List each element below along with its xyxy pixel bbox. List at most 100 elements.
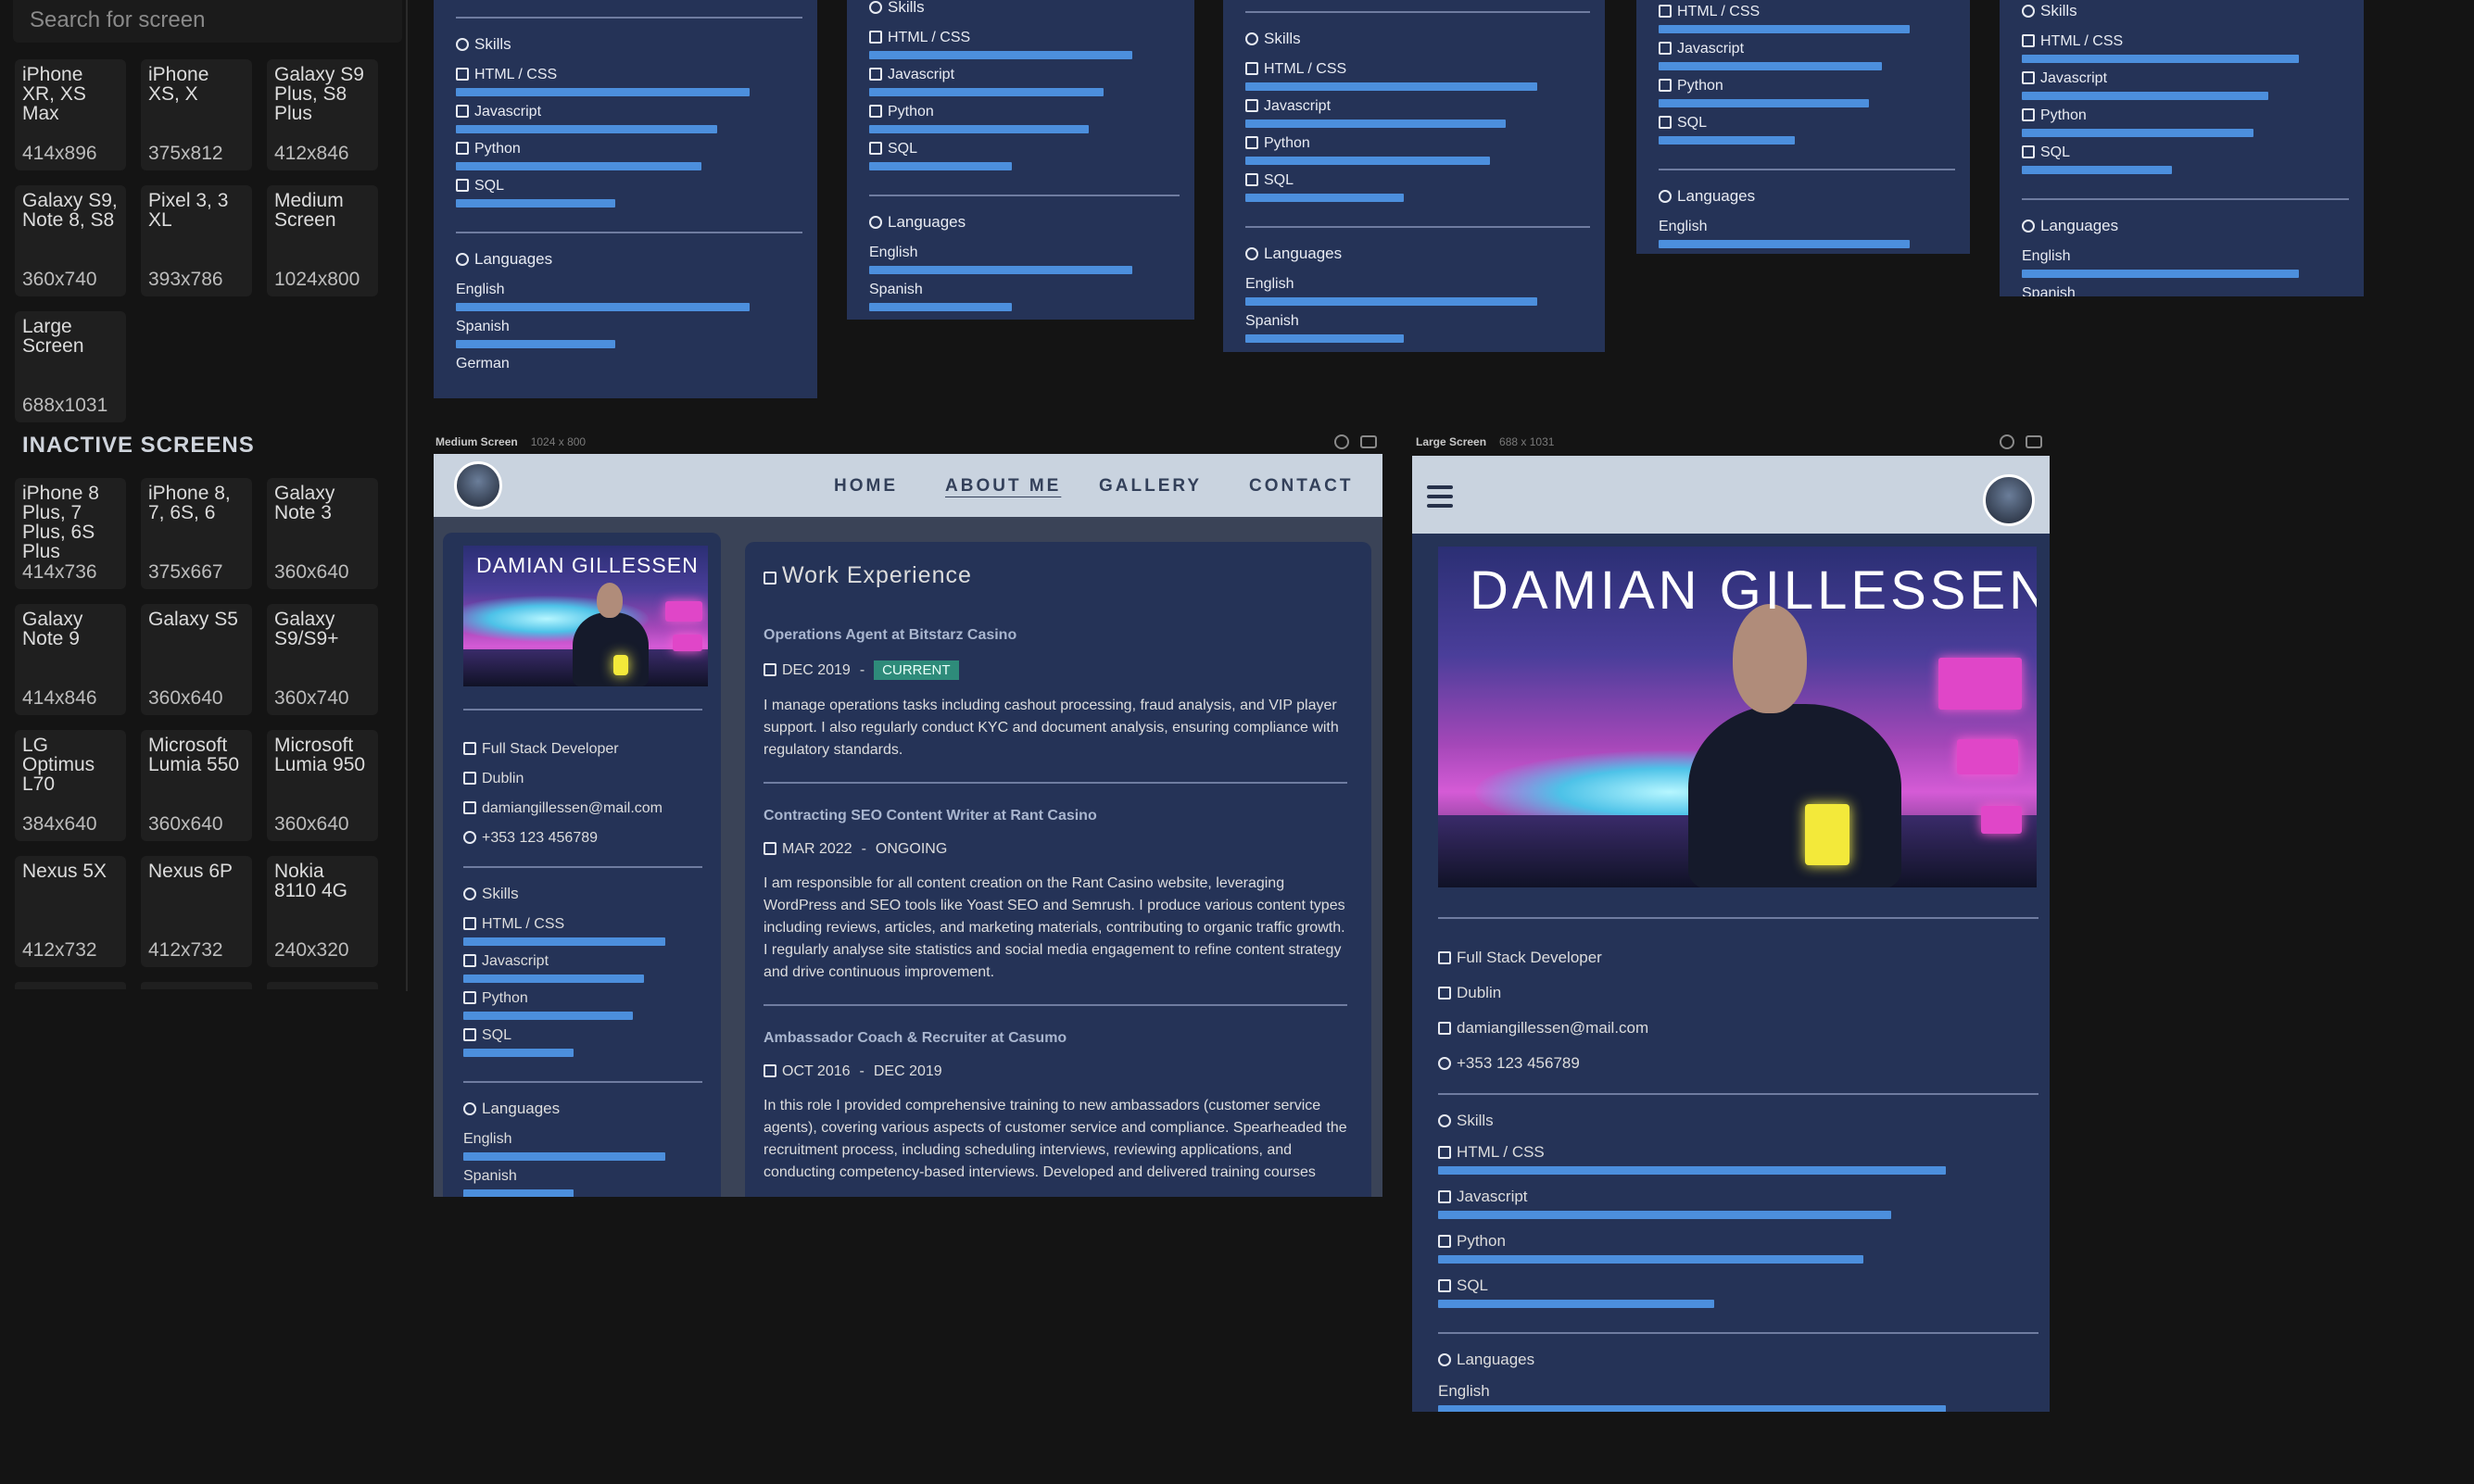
email[interactable]: damiangillessen@mail.com bbox=[463, 800, 663, 817]
settings-icon[interactable] bbox=[1334, 434, 1349, 449]
search-input[interactable]: Search for screen bbox=[13, 0, 402, 43]
phone[interactable]: +353 123 456789 bbox=[1438, 1054, 1648, 1073]
skill-javascript: Javascript bbox=[2022, 70, 2349, 100]
skill-level-bar bbox=[456, 125, 718, 133]
image-icon bbox=[869, 68, 882, 81]
preview-iphone-xr[interactable]: Skills HTML / CSS Javascript Python SQL Langu… bbox=[434, 0, 817, 398]
job-description: I am responsible for all content creatio… bbox=[764, 875, 1345, 980]
skill-html-css: HTML / CSS bbox=[1245, 61, 1590, 91]
briefcase-icon bbox=[1438, 951, 1451, 964]
skill-name: Python bbox=[1457, 1232, 1506, 1250]
skill-level-bar bbox=[1245, 157, 1490, 165]
skill-javascript: Javascript bbox=[1659, 41, 1955, 70]
skill-python: Python bbox=[869, 104, 1180, 133]
screen-card-iphone-xs-x[interactable]: iPhone XS, X 375x812 bbox=[141, 59, 252, 170]
database-icon bbox=[1245, 173, 1258, 186]
screen-card-galaxy-note-3[interactable]: Galaxy Note 3 360x640 bbox=[267, 478, 378, 589]
avatar[interactable] bbox=[454, 461, 502, 509]
screen-card-name: Nokia 8110 4G bbox=[274, 861, 348, 901]
screen-card-resolution: 240x320 bbox=[274, 939, 349, 961]
camera-icon[interactable] bbox=[2026, 435, 2042, 448]
nav-link-home[interactable]: HOME bbox=[834, 476, 898, 497]
language-name: English bbox=[1245, 276, 1294, 292]
screen-card-stub[interactable] bbox=[267, 982, 378, 989]
nav-link-contact[interactable]: CONTACT bbox=[1249, 476, 1353, 497]
screen-card-microsoft-lumia-950[interactable]: Microsoft Lumia 950 360x640 bbox=[267, 730, 378, 841]
email[interactable]: damiangillessen@mail.com bbox=[1438, 1019, 1648, 1038]
screen-card-microsoft-lumia-550[interactable]: Microsoft Lumia 550 360x640 bbox=[141, 730, 252, 841]
skill-name: Python bbox=[2040, 107, 2087, 123]
screen-card-stub[interactable] bbox=[141, 982, 252, 989]
languages-title: Languages bbox=[2040, 217, 2119, 234]
skill-level-bar bbox=[2022, 129, 2254, 137]
language-name: Spanish bbox=[463, 1168, 517, 1184]
screen-card-pixel-3-3-xl[interactable]: Pixel 3, 3 XL 393x786 bbox=[141, 185, 252, 296]
skill-name: Python bbox=[474, 141, 521, 157]
hero-image: DAMIAN GILLESSEN bbox=[1438, 547, 2037, 887]
preview-galaxy-s9[interactable]: SkillsHTML / CSSJavascriptPythonSQLLangu… bbox=[1636, 0, 1970, 254]
screen-card-large-screen[interactable]: Large Screen 688x1031 bbox=[15, 311, 126, 422]
nav-link-about-me[interactable]: ABOUT ME bbox=[945, 476, 1061, 497]
language-spanish: Spanish bbox=[1245, 313, 1590, 343]
screen-card-galaxy-s5[interactable]: Galaxy S5 360x640 bbox=[141, 604, 252, 715]
screen-card-stub[interactable] bbox=[15, 982, 126, 989]
language-name: Spanish bbox=[2022, 285, 2076, 296]
screen-card-name: Galaxy S9, Note 8, S8 bbox=[22, 190, 118, 231]
camera-icon[interactable] bbox=[1360, 435, 1377, 448]
skill-label: Javascript bbox=[1245, 98, 1590, 115]
screen-card-nokia-8110-4g[interactable]: Nokia 8110 4G 240x320 bbox=[267, 856, 378, 967]
screen-card-name: Large Screen bbox=[22, 316, 84, 357]
html5-icon bbox=[2022, 34, 2035, 47]
skill-name: Python bbox=[888, 104, 934, 119]
job-title: Full Stack Developer bbox=[1438, 949, 1648, 967]
job-title: Ambassador Coach & Recruiter at Casumo bbox=[764, 1030, 1067, 1046]
settings-icon[interactable] bbox=[2000, 434, 2014, 449]
image-icon bbox=[456, 105, 469, 118]
screen-card-nexus-6p[interactable]: Nexus 6P 412x732 bbox=[141, 856, 252, 967]
section-title: Work Experience bbox=[764, 562, 972, 589]
screen-card-galaxy-s9-plus-s8-plus[interactable]: Galaxy S9 Plus, S8 Plus 412x846 bbox=[267, 59, 378, 170]
skill-level-bar bbox=[1438, 1255, 1864, 1264]
skill-label: SQL bbox=[456, 178, 802, 195]
screen-card-resolution: 688x1031 bbox=[22, 395, 108, 416]
skill-python: Python bbox=[456, 141, 802, 170]
skill-level-bar bbox=[2022, 55, 2299, 63]
skill-html-css: HTML / CSS bbox=[463, 916, 702, 946]
hamburger-menu-icon[interactable] bbox=[1427, 485, 1453, 513]
date-separator: - bbox=[859, 662, 865, 678]
screen-card-lg-optimus-l70[interactable]: LG Optimus L70 384x640 bbox=[15, 730, 126, 841]
language-name: English bbox=[869, 245, 918, 260]
skill-level-bar bbox=[869, 88, 1104, 96]
phone[interactable]: +353 123 456789 bbox=[463, 830, 663, 847]
skill-javascript: Javascript bbox=[463, 953, 702, 983]
preview-iphone-xs[interactable]: Skills HTML / CSS Javascript Python SQL Langu… bbox=[847, 0, 1194, 320]
skill-name: Javascript bbox=[1457, 1188, 1528, 1205]
preview-pixel-3[interactable]: Skills HTML / CSS Javascript Python SQL Langu… bbox=[2000, 0, 2364, 296]
screen-card-iphone-xr-xs-max[interactable]: iPhone XR, XS Max 414x896 bbox=[15, 59, 126, 170]
job-start: OCT 2016 bbox=[782, 1063, 851, 1079]
nav-link-gallery[interactable]: GALLERY bbox=[1099, 476, 1202, 497]
screen-card-name: iPhone XS, X bbox=[148, 64, 209, 105]
avatar[interactable] bbox=[1983, 474, 2035, 526]
screen-card-galaxy-s9-note-8-s8[interactable]: Galaxy S9, Note 8, S8 360x740 bbox=[15, 185, 126, 296]
screen-card-galaxy-s9-s9[interactable]: Galaxy S9/S9+ 360x740 bbox=[267, 604, 378, 715]
language-english: English bbox=[463, 1131, 702, 1161]
more-screens-stub bbox=[15, 982, 380, 989]
screen-card-galaxy-note-9[interactable]: Galaxy Note 9 414x846 bbox=[15, 604, 126, 715]
skill-html-css: HTML / CSS bbox=[2022, 33, 2349, 63]
skill-javascript: Javascript bbox=[1438, 1188, 2039, 1219]
screen-card-resolution: 412x732 bbox=[148, 939, 223, 961]
skill-label: Python bbox=[1438, 1232, 2039, 1251]
skill-label: Javascript bbox=[1659, 41, 1955, 57]
skills-title: Skills bbox=[1457, 1112, 1494, 1129]
skill-html-css: HTML / CSS bbox=[1438, 1143, 2039, 1175]
screen-card-medium-screen[interactable]: Medium Screen 1024x800 bbox=[267, 185, 378, 296]
skill-label: HTML / CSS bbox=[463, 916, 702, 933]
screen-card-iphone-8-plus-7-plus-6s-plus[interactable]: iPhone 8 Plus, 7 Plus, 6S Plus 414x736 bbox=[15, 478, 126, 589]
skill-html-css: HTML / CSS bbox=[456, 67, 802, 96]
skill-level-bar bbox=[1659, 25, 1910, 33]
preview-galaxy-s9-plus[interactable]: Skills HTML / CSS Javascript Python SQL Langu… bbox=[1223, 0, 1605, 352]
python-icon bbox=[456, 142, 469, 155]
screen-card-iphone-8-7-6s-6[interactable]: iPhone 8, 7, 6S, 6 375x667 bbox=[141, 478, 252, 589]
screen-card-nexus-5x[interactable]: Nexus 5X 412x732 bbox=[15, 856, 126, 967]
